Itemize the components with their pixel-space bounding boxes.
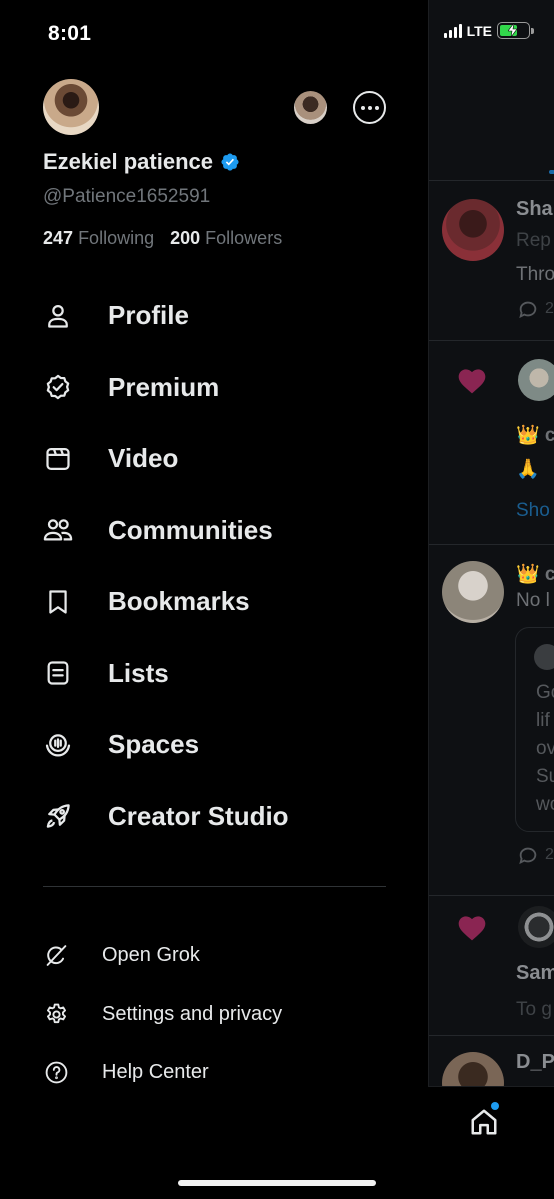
sub-menu-label: Settings and privacy <box>102 1002 283 1025</box>
show-more-link[interactable]: Sho <box>516 500 550 522</box>
menu-label: Spaces <box>108 729 200 760</box>
post-avatar[interactable] <box>518 359 554 401</box>
menu-item-settings-privacy[interactable]: Settings and privacy <box>0 985 428 1044</box>
status-indicators: LTE <box>443 22 534 39</box>
dot <box>360 105 365 110</box>
person-icon <box>43 301 73 331</box>
reply-icon[interactable] <box>517 299 539 321</box>
quoted-post[interactable]: Go lif ov Su wo <box>515 627 554 832</box>
bookmark-icon <box>43 587 73 617</box>
gear-icon <box>43 1001 69 1027</box>
menu-label: Creator Studio <box>108 800 289 831</box>
post-avatar[interactable] <box>518 906 554 948</box>
followers-count: 200 <box>170 228 201 248</box>
help-icon <box>43 1060 69 1086</box>
rocket-icon <box>43 801 73 831</box>
menu-label: Communities <box>108 514 273 545</box>
quote-text-line: ov <box>536 738 554 759</box>
following-link[interactable]: 247 Following <box>43 228 154 249</box>
heart-icon <box>458 369 486 394</box>
menu-label: Bookmarks <box>108 586 250 617</box>
profile-name-text: Ezekiel patience <box>43 149 213 174</box>
menu-item-communities[interactable]: Communities <box>0 495 428 567</box>
feed-post[interactable]: 👑 c 🙏 Sho <box>429 341 554 545</box>
charging-bolt-icon <box>508 23 518 37</box>
profile-handle: @Patience1652591 <box>43 186 211 207</box>
sub-menu-label: Open Grok <box>102 943 200 966</box>
menu-label: Profile <box>108 300 189 331</box>
feed-post[interactable]: Sha Rep Thro 2 <box>429 181 554 341</box>
status-time: 8:01 <box>48 22 92 45</box>
drawer-menu: Profile Premium Video Communities Bookma… <box>0 280 428 852</box>
menu-label: Premium <box>108 371 220 402</box>
list-icon <box>43 658 73 688</box>
post-text: 🙏 <box>516 459 540 480</box>
menu-item-help-center[interactable]: Help Center <box>0 1043 428 1102</box>
menu-item-premium[interactable]: Premium <box>0 352 428 424</box>
quote-text-line: lif <box>536 710 550 731</box>
signal-icon <box>443 23 462 38</box>
more-options-button[interactable] <box>353 91 386 124</box>
menu-divider <box>43 886 386 887</box>
tab-indicator <box>549 170 554 174</box>
quote-text-line: Su <box>536 766 554 787</box>
post-text: To g <box>516 999 552 1020</box>
profile-name[interactable]: Ezekiel patience <box>43 149 240 175</box>
post-text: No l <box>516 590 550 611</box>
post-text: 👑 c <box>516 564 554 585</box>
profile-avatar[interactable] <box>43 79 99 135</box>
home-feed-dimmed[interactable]: Sha Rep Thro 2 👑 c 🙏 Sho 👑 c No l 2 Go l… <box>428 0 554 1199</box>
bottom-nav <box>428 1086 554 1199</box>
sub-menu-label: Help Center <box>102 1061 209 1084</box>
menu-item-creator-studio[interactable]: Creator Studio <box>0 781 428 853</box>
menu-item-spaces[interactable]: Spaces <box>0 709 428 781</box>
spaces-icon <box>43 730 73 760</box>
verified-badge-icon <box>43 372 73 402</box>
feed-post[interactable]: Sam To g <box>429 896 554 1036</box>
quote-avatar <box>534 644 554 670</box>
menu-label: Lists <box>108 657 169 688</box>
quote-text-line: wo <box>536 794 554 815</box>
video-icon <box>43 444 73 474</box>
quote-text-line: Go <box>536 682 554 703</box>
followers-link[interactable]: 200 Followers <box>170 228 282 249</box>
post-text: Thro <box>516 264 554 285</box>
reply-icon[interactable] <box>517 845 539 867</box>
follow-stats: 247 Following 200 Followers <box>43 228 282 249</box>
verified-badge-icon <box>221 153 239 171</box>
side-drawer: 8:01 Ezekiel patience @Patience1652591 2… <box>0 0 428 1199</box>
following-count: 247 <box>43 228 74 248</box>
menu-item-lists[interactable]: Lists <box>0 638 428 710</box>
network-type: LTE <box>466 22 492 39</box>
secondary-menu: Open Grok Settings and privacy Help Cent… <box>0 926 428 1102</box>
post-avatar[interactable] <box>442 561 504 623</box>
heart-icon <box>458 916 486 941</box>
menu-item-open-grok[interactable]: Open Grok <box>0 926 428 985</box>
post-author[interactable]: Sha <box>516 198 553 221</box>
menu-item-video[interactable]: Video <box>0 423 428 495</box>
post-author[interactable]: Sam <box>516 962 554 985</box>
menu-item-bookmarks[interactable]: Bookmarks <box>0 566 428 638</box>
dot <box>374 105 379 110</box>
post-author[interactable]: D_Pr <box>516 1051 554 1074</box>
followers-label: Followers <box>205 228 283 248</box>
post-avatar[interactable] <box>442 199 504 261</box>
notification-dot <box>491 1102 499 1110</box>
home-icon[interactable] <box>469 1107 499 1137</box>
post-reply-to: Rep <box>516 230 551 251</box>
reply-count: 2 <box>545 300 554 317</box>
communities-icon <box>43 515 73 545</box>
menu-item-profile[interactable]: Profile <box>0 280 428 352</box>
switch-account-avatar[interactable] <box>294 91 327 124</box>
reply-count: 2 <box>545 846 554 863</box>
dot <box>367 105 372 110</box>
grok-icon <box>43 942 69 968</box>
post-text: 👑 c <box>516 425 554 446</box>
home-indicator[interactable] <box>178 1180 376 1186</box>
menu-label: Video <box>108 443 179 474</box>
battery-icon <box>497 22 534 39</box>
following-label: Following <box>78 228 155 248</box>
